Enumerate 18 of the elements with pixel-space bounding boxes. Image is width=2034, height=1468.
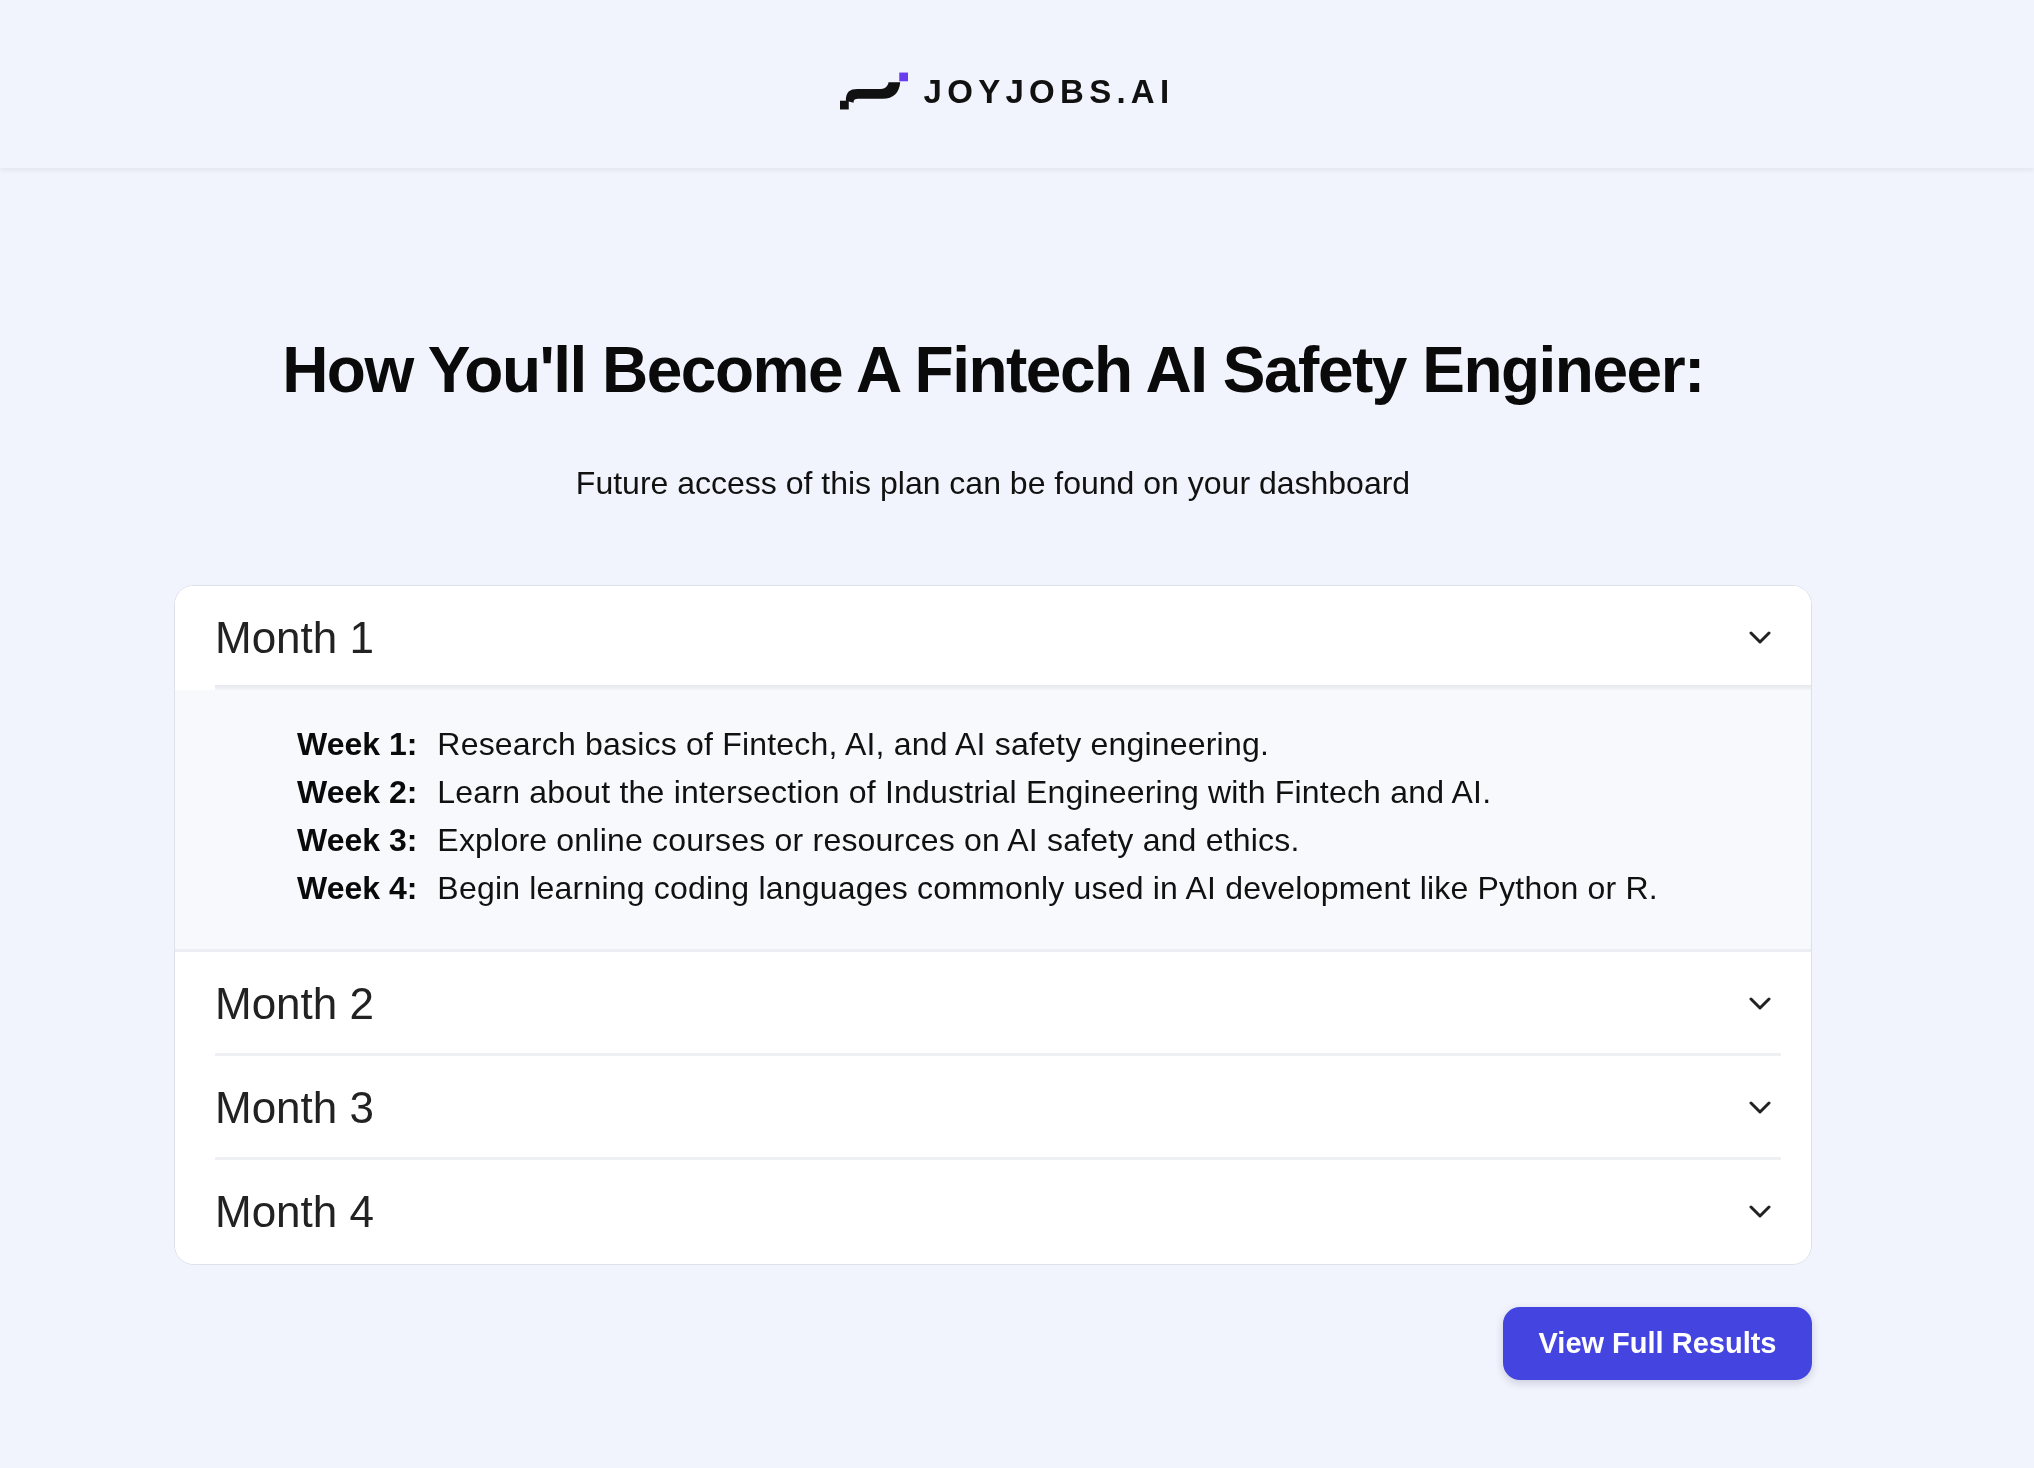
chevron-down-icon <box>1749 1205 1771 1219</box>
chevron-down-icon <box>1749 1101 1771 1115</box>
subtitle-text: Future access of this plan can be found on your dashboard <box>574 463 1412 503</box>
week-task-text: Learn about the intersection of Industrial Engineering with Fintech and AI. <box>437 772 1492 812</box>
chevron-down-icon <box>1749 631 1771 645</box>
view-results-button[interactable]: View Full Results <box>1503 1306 1812 1380</box>
logo-wordmark: JOYJOBS.AI <box>923 74 1175 108</box>
page-heading: How You'll Become A Fintech AI Safety Engineer: <box>281 333 1705 408</box>
chevron-down-icon <box>1749 997 1771 1011</box>
week-task-text: Explore online courses or resources on AI safety and ethics. <box>437 820 1300 860</box>
week-task-text: Begin learning coding languages commonly used in AI development like Python or R. <box>437 868 1658 908</box>
logo-mark-icon <box>839 72 908 110</box>
week-label: Week 4: <box>297 868 418 908</box>
week-task-text: Research basics of Fintech, AI, and AI safety engineering. <box>437 724 1269 764</box>
week-label: Week 2: <box>297 772 418 812</box>
month-header[interactable]: Month 1 <box>175 585 1811 690</box>
week-label: Week 3: <box>297 820 418 860</box>
week-label: Week 1: <box>297 724 418 764</box>
